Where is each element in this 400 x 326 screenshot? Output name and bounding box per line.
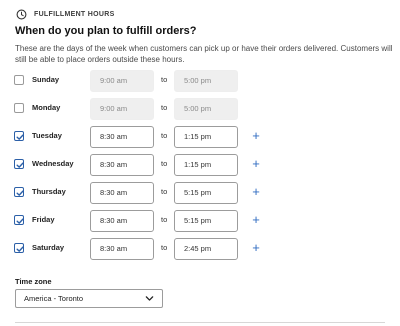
day-label: Friday <box>32 215 55 224</box>
start-time-input[interactable]: 8:30 am <box>90 238 154 260</box>
section-header: FULFILLMENT HOURS <box>16 8 115 20</box>
timezone-label: Time zone <box>15 277 52 286</box>
day-label: Thursday <box>32 187 66 196</box>
end-time-input[interactable]: 5:00 pm <box>174 98 238 120</box>
chevron-down-icon <box>145 296 154 301</box>
description: These are the days of the week when cust… <box>15 44 393 64</box>
add-hours-button[interactable]: + <box>249 185 263 199</box>
to-label: to <box>161 215 168 224</box>
day-label: Wednesday <box>32 159 74 168</box>
day-label: Sunday <box>32 75 60 84</box>
day-checkbox[interactable] <box>14 159 24 169</box>
end-time-input[interactable]: 1:15 pm <box>174 154 238 176</box>
schedule-row: Monday 9:00 am to 5:00 pm <box>0 98 400 120</box>
section-title: FULFILLMENT HOURS <box>34 10 115 18</box>
check-icon <box>16 162 24 168</box>
to-label: to <box>161 131 168 140</box>
check-icon <box>16 246 24 252</box>
start-time-input[interactable]: 8:30 am <box>90 126 154 148</box>
timezone-value: America - Toronto <box>24 294 84 303</box>
end-time-input[interactable]: 5:15 pm <box>174 210 238 232</box>
timezone-select[interactable]: America - Toronto <box>15 289 163 308</box>
day-checkbox[interactable] <box>14 243 24 253</box>
start-time-input[interactable]: 9:00 am <box>90 98 154 120</box>
start-time-input[interactable]: 8:30 am <box>90 210 154 232</box>
add-hours-button[interactable]: + <box>249 157 263 171</box>
day-checkbox[interactable] <box>14 75 24 85</box>
divider <box>15 322 385 323</box>
day-label: Monday <box>32 103 61 112</box>
day-checkbox[interactable] <box>14 103 24 113</box>
schedule-row: Saturday 8:30 am to 2:45 pm + <box>0 238 400 260</box>
day-label: Saturday <box>32 243 65 252</box>
to-label: to <box>161 75 168 84</box>
check-icon <box>16 218 24 224</box>
schedule-row: Sunday 9:00 am to 5:00 pm <box>0 70 400 92</box>
end-time-input[interactable]: 2:45 pm <box>174 238 238 260</box>
to-label: to <box>161 103 168 112</box>
add-hours-button[interactable]: + <box>249 241 263 255</box>
to-label: to <box>161 187 168 196</box>
start-time-input[interactable]: 8:30 am <box>90 154 154 176</box>
clock-icon <box>16 9 27 19</box>
schedule-row: Friday 8:30 am to 5:15 pm + <box>0 210 400 232</box>
to-label: to <box>161 243 168 252</box>
check-icon <box>16 190 24 196</box>
check-icon <box>16 134 24 140</box>
end-time-input[interactable]: 1:15 pm <box>174 126 238 148</box>
end-time-input[interactable]: 5:00 pm <box>174 70 238 92</box>
start-time-input[interactable]: 8:30 am <box>90 182 154 204</box>
end-time-input[interactable]: 5:15 pm <box>174 182 238 204</box>
add-hours-button[interactable]: + <box>249 129 263 143</box>
day-checkbox[interactable] <box>14 131 24 141</box>
schedule-row: Tuesday 8:30 am to 1:15 pm + <box>0 126 400 148</box>
page-heading: When do you plan to fulfill orders? <box>15 25 197 37</box>
day-label: Tuesday <box>32 131 62 140</box>
schedule-row: Wednesday 8:30 am to 1:15 pm + <box>0 154 400 176</box>
to-label: to <box>161 159 168 168</box>
day-checkbox[interactable] <box>14 215 24 225</box>
day-checkbox[interactable] <box>14 187 24 197</box>
add-hours-button[interactable]: + <box>249 213 263 227</box>
schedule-row: Thursday 8:30 am to 5:15 pm + <box>0 182 400 204</box>
start-time-input[interactable]: 9:00 am <box>90 70 154 92</box>
